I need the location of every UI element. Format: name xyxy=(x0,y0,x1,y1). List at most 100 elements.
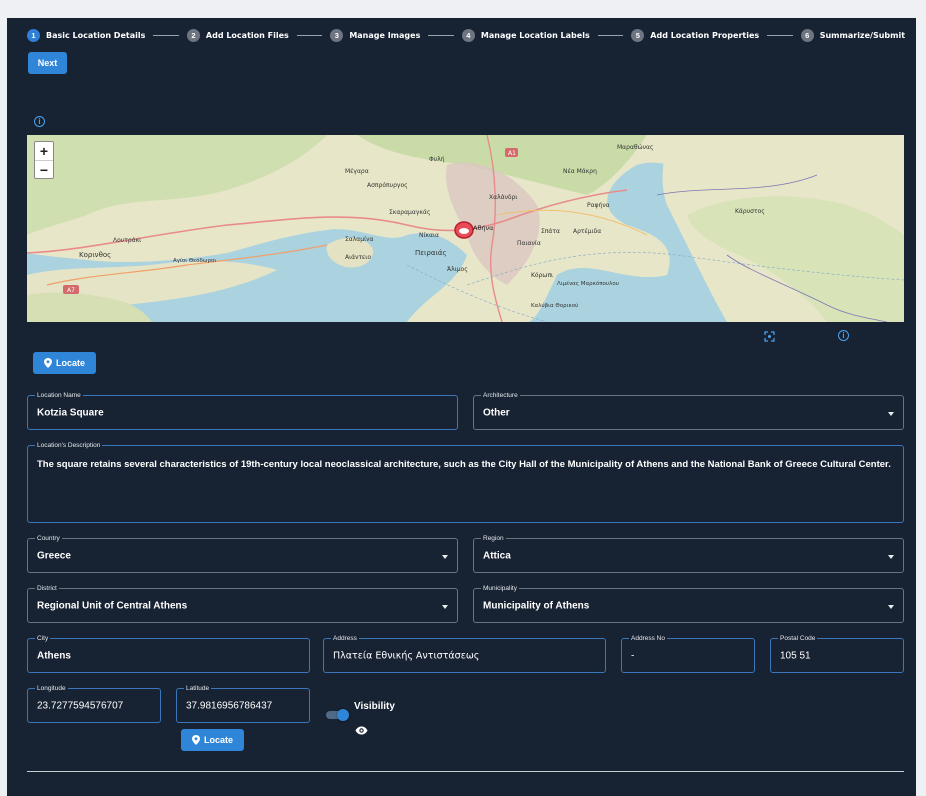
country-select[interactable]: Country Greece xyxy=(27,534,458,573)
stepper: 1 Basic Location Details 2 Add Location … xyxy=(27,26,905,44)
latitude-field[interactable]: Latitude 37.9816956786437 xyxy=(176,684,310,723)
field-value: Other xyxy=(483,407,510,418)
map-label: Νίκαια xyxy=(419,232,439,239)
address-no-field[interactable]: Address No - xyxy=(621,634,755,673)
step-connector xyxy=(428,34,454,36)
field-value: Πλατεία Εθνικής Αντιστάσεως xyxy=(333,650,480,661)
field-label: Postal Code xyxy=(778,634,818,643)
step-add-location-properties[interactable]: 5 Add Location Properties xyxy=(631,28,759,42)
caret-down-icon xyxy=(888,604,894,609)
step-label: Manage Location Labels xyxy=(480,30,590,40)
map-label: Παιανία xyxy=(517,240,541,247)
step-manage-location-labels[interactable]: 4 Manage Location Labels xyxy=(461,28,590,42)
map-info-icon[interactable]: i xyxy=(838,330,849,341)
fullscreen-icon[interactable] xyxy=(764,331,775,342)
step-label: Summarize/Submit xyxy=(819,30,906,40)
field-value: Attica xyxy=(483,550,511,561)
region-select[interactable]: Region Attica xyxy=(473,534,904,573)
location-description-field[interactable]: Location's Description The square retain… xyxy=(27,441,904,523)
field-label: Architecture xyxy=(481,391,520,400)
field-value: - xyxy=(631,650,635,661)
zoom-in-button[interactable]: + xyxy=(35,142,53,160)
field-label: District xyxy=(35,584,59,593)
next-button[interactable]: Next xyxy=(28,52,67,74)
step-number: 4 xyxy=(461,28,475,42)
step-label: Add Location Files xyxy=(205,30,289,40)
step-number: 1 xyxy=(27,28,40,42)
map-label: Σαλαμίνα xyxy=(345,236,373,243)
caret-down-icon xyxy=(442,604,448,609)
field-label: Latitude xyxy=(184,684,212,693)
locate-label: Locate xyxy=(203,735,233,745)
map-label: Ραφήνα xyxy=(587,202,610,209)
step-number: 5 xyxy=(631,28,645,42)
caret-down-icon xyxy=(888,554,894,559)
step-number: 3 xyxy=(330,28,344,42)
road-shield: A1 xyxy=(508,150,516,157)
visibility-toggle[interactable] xyxy=(326,709,349,721)
step-manage-images[interactable]: 3 Manage Images xyxy=(330,28,421,42)
step-basic-location-details[interactable]: 1 Basic Location Details xyxy=(27,28,146,42)
longitude-field[interactable]: Longitude 23.7277594576707 xyxy=(27,684,161,723)
field-value: Municipality of Athens xyxy=(483,600,590,611)
map-label: Χαλάνδρι xyxy=(489,194,517,201)
step-add-location-files[interactable]: 2 Add Location Files xyxy=(186,28,289,42)
field-value: Athens xyxy=(37,650,71,661)
zoom-out-button[interactable]: − xyxy=(35,160,53,178)
field-label: Address No xyxy=(629,634,667,643)
road-shield: A7 xyxy=(67,287,75,294)
map-label: Κορινθος xyxy=(79,251,111,259)
map-label: Σκαραμαγκάς xyxy=(389,209,430,216)
architecture-select[interactable]: Architecture Other xyxy=(473,391,904,430)
map-label: Αρτέμιδα xyxy=(573,228,601,235)
field-label: Address xyxy=(331,634,359,643)
field-value: 105 51 xyxy=(780,650,811,661)
map-label: Άλιμος xyxy=(447,266,468,273)
location-name-field[interactable]: Location Name Kotzia Square xyxy=(27,391,458,430)
info-icon[interactable]: i xyxy=(34,116,45,127)
field-label: Country xyxy=(35,534,62,543)
field-value: 37.9816956786437 xyxy=(186,700,273,711)
visibility-label: Visibility xyxy=(354,701,395,712)
map-label: Αθήνα xyxy=(473,224,493,232)
municipality-select[interactable]: Municipality Municipality of Athens xyxy=(473,584,904,623)
step-connector xyxy=(597,34,624,36)
field-label: Location Name xyxy=(35,391,83,400)
field-value: 23.7277594576707 xyxy=(37,700,124,711)
map-label: Λιμένας Μαρκόπουλου xyxy=(557,280,619,287)
map-pin-icon xyxy=(191,735,200,745)
step-summarize-submit[interactable]: 6 Summarize/Submit xyxy=(800,28,906,42)
map-label: Κάρυστος xyxy=(735,208,765,215)
step-connector xyxy=(767,34,793,36)
map-pin-icon xyxy=(43,358,52,368)
map-label: Αγίοι Θεόδωροι xyxy=(173,257,216,264)
map-label: Λουτράκι xyxy=(113,237,141,244)
postal-code-field[interactable]: Postal Code 105 51 xyxy=(770,634,904,673)
map-view[interactable]: Μέγαρα Ασπρόπυργος Φυλή Αθήνα Μαραθώνας … xyxy=(27,135,904,322)
map-tiles: Μέγαρα Ασπρόπυργος Φυλή Αθήνα Μαραθώνας … xyxy=(27,135,904,322)
map-label: Φυλή xyxy=(429,156,445,163)
city-field[interactable]: City Athens xyxy=(27,634,310,673)
step-connector xyxy=(296,34,323,36)
step-label: Manage Images xyxy=(349,30,421,40)
locate-button[interactable]: Locate xyxy=(33,352,96,374)
address-field[interactable]: Address Πλατεία Εθνικής Αντιστάσεως xyxy=(323,634,606,673)
field-label: Longitude xyxy=(35,684,68,693)
map-label: Ασπρόπυργος xyxy=(367,182,408,189)
locate-coordinates-button[interactable]: Locate xyxy=(181,729,244,751)
caret-down-icon xyxy=(888,411,894,416)
map-label: Νέα Μάκρη xyxy=(563,168,597,175)
field-label: Region xyxy=(481,534,506,543)
field-label: Municipality xyxy=(481,584,519,593)
map-label: Αιάντειο xyxy=(345,254,371,261)
toggle-knob xyxy=(337,709,349,721)
locate-label: Locate xyxy=(55,358,85,368)
map-zoom-control: + − xyxy=(34,141,54,179)
step-connector xyxy=(153,34,179,36)
district-select[interactable]: District Regional Unit of Central Athens xyxy=(27,584,458,623)
step-label: Basic Location Details xyxy=(46,30,146,40)
caret-down-icon xyxy=(442,554,448,559)
step-number: 2 xyxy=(186,28,200,42)
eye-icon[interactable] xyxy=(355,726,368,735)
field-value: The square retains several characteristi… xyxy=(37,459,891,470)
